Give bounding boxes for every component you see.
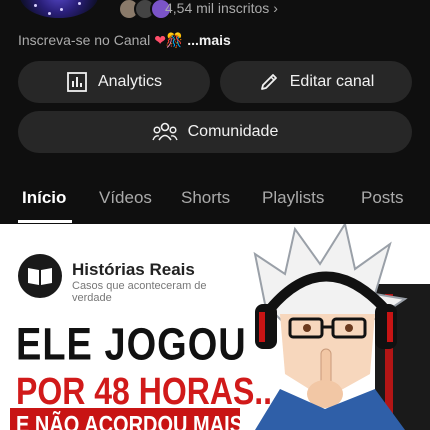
confetti-icon: 🎊 bbox=[165, 32, 184, 48]
brand-name: Histórias Reais bbox=[72, 260, 195, 279]
channel-tabs: Início Vídeos Shorts Playlists Posts bbox=[0, 180, 430, 225]
channel-avatar[interactable] bbox=[20, 0, 98, 18]
analytics-button[interactable]: Analytics bbox=[18, 61, 210, 103]
subscriber-count[interactable]: 4,54 mil inscritos › bbox=[165, 0, 278, 16]
community-button[interactable]: Comunidade bbox=[18, 111, 412, 153]
brand-tagline: Casos que aconteceram de verdade bbox=[72, 280, 207, 304]
book-icon bbox=[18, 254, 62, 298]
community-label: Comunidade bbox=[187, 123, 279, 140]
description-more[interactable]: ...mais bbox=[187, 32, 231, 48]
headline-line1: ELE JOGOU bbox=[16, 320, 247, 371]
chevron-right-icon: › bbox=[273, 0, 278, 16]
subscriber-count-text: 4,54 mil inscritos bbox=[165, 0, 270, 16]
tab-playlists[interactable]: Playlists bbox=[262, 188, 324, 208]
analytics-label: Analytics bbox=[97, 73, 163, 90]
channel-description[interactable]: Inscreva-se no Canal ❤🎊 ...mais bbox=[18, 32, 231, 49]
analytics-icon bbox=[67, 72, 87, 92]
tab-posts[interactable]: Posts bbox=[361, 188, 404, 208]
tab-inicio[interactable]: Início bbox=[22, 188, 66, 208]
edit-channel-button[interactable]: Editar canal bbox=[220, 61, 412, 103]
community-icon bbox=[151, 122, 178, 141]
headline-line3: E NÃO ACORDOU MAIS bbox=[16, 412, 244, 430]
anime-character-illustration bbox=[253, 224, 430, 430]
tab-videos[interactable]: Vídeos bbox=[99, 188, 152, 208]
edit-pencil-icon bbox=[260, 74, 277, 90]
featured-video-thumbnail[interactable]: Histórias Reais Casos que aconteceram de… bbox=[0, 224, 430, 430]
description-text: Inscreva-se no Canal bbox=[18, 32, 151, 48]
active-tab-indicator bbox=[18, 220, 72, 223]
heart-icon: ❤ bbox=[154, 32, 166, 48]
edit-channel-label: Editar canal bbox=[289, 73, 375, 90]
tab-shorts[interactable]: Shorts bbox=[181, 188, 230, 208]
subscriber-avatars bbox=[118, 0, 172, 20]
channel-header: 4,54 mil inscritos › bbox=[0, 0, 430, 22]
